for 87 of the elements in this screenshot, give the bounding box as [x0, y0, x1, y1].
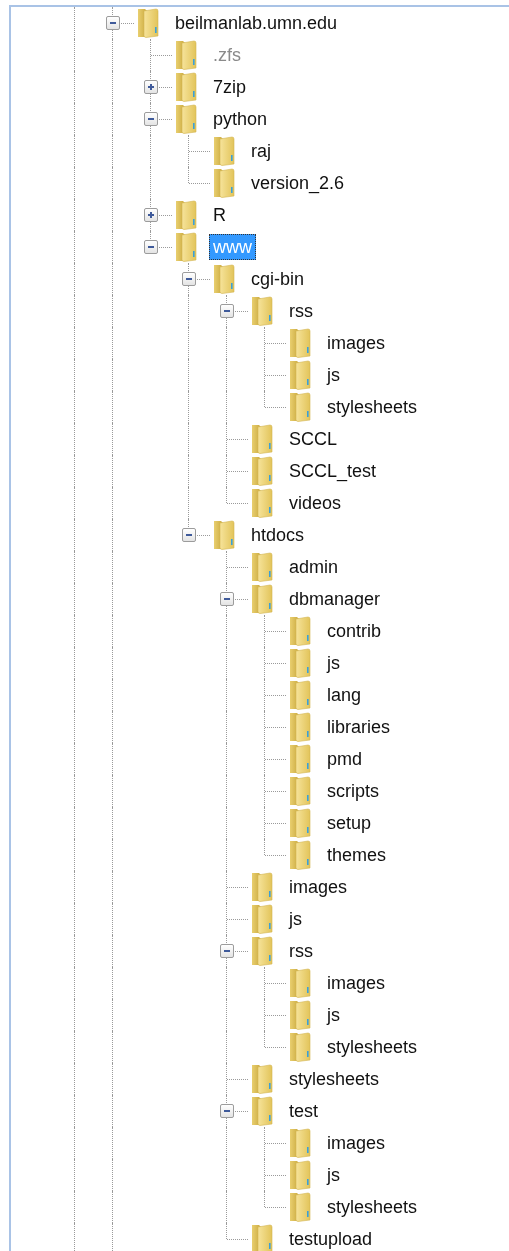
folder-label[interactable]: stylesheets [323, 1194, 422, 1220]
folder-icon [287, 680, 313, 710]
expand-button[interactable] [144, 208, 158, 222]
folder-label[interactable]: setup [323, 810, 376, 836]
collapse-button[interactable] [220, 944, 234, 958]
folder-label[interactable]: dbmanager [285, 586, 385, 612]
folder-label[interactable]: js [323, 1162, 344, 1188]
folder-label[interactable]: 7zip [209, 74, 251, 100]
collapse-button[interactable] [220, 1104, 234, 1118]
folder-label[interactable]: rss [285, 938, 317, 964]
folder-label[interactable]: SCCL_test [285, 458, 381, 484]
folder-icon [249, 904, 275, 934]
folder-label[interactable]: stylesheets [323, 394, 422, 420]
folder-label[interactable]: js [323, 362, 344, 388]
folder-icon [249, 872, 275, 902]
folder-icon [287, 616, 313, 646]
folder-icon [211, 136, 237, 166]
folder-icon [287, 1128, 313, 1158]
folder-label[interactable]: images [323, 970, 390, 996]
folder-icon [287, 392, 313, 422]
folder-label[interactable]: stylesheets [323, 1034, 422, 1060]
folder-label[interactable]: scripts [323, 778, 383, 804]
folder-icon [173, 40, 199, 70]
folder-icon [287, 712, 313, 742]
folder-icon [173, 200, 199, 230]
folder-label[interactable]: test [285, 1098, 322, 1124]
folder-icon [249, 424, 275, 454]
folder-icon [287, 1192, 313, 1222]
folder-label[interactable]: cgi-bin [247, 266, 309, 292]
collapse-button[interactable] [106, 16, 120, 30]
collapse-button[interactable] [220, 304, 234, 318]
folder-icon [249, 936, 275, 966]
folder-icon [173, 232, 199, 262]
folder-label[interactable]: images [323, 330, 390, 356]
folder-label[interactable]: stylesheets [285, 1066, 384, 1092]
folder-icon [249, 296, 275, 326]
folder-icon [287, 1160, 313, 1190]
folder-icon [249, 552, 275, 582]
folder-icon [249, 1096, 275, 1126]
folder-label[interactable]: videos [285, 490, 346, 516]
folder-label[interactable]: rss [285, 298, 317, 324]
folder-icon [287, 808, 313, 838]
folder-icon [287, 648, 313, 678]
folder-label[interactable]: python [209, 106, 272, 132]
collapse-button[interactable] [144, 112, 158, 126]
folder-icon [287, 744, 313, 774]
folder-label[interactable]: images [285, 874, 352, 900]
folder-icon [287, 360, 313, 390]
folder-icon [211, 520, 237, 550]
folder-label[interactable]: themes [323, 842, 391, 868]
folder-label[interactable]: version_2.6 [247, 170, 349, 196]
folder-icon [287, 776, 313, 806]
folder-label[interactable]: raj [247, 138, 275, 164]
collapse-button[interactable] [182, 272, 196, 286]
folder-label[interactable]: pmd [323, 746, 366, 772]
folder-icon [173, 104, 199, 134]
collapse-button[interactable] [182, 528, 196, 542]
folder-icon [249, 488, 275, 518]
folder-icon [173, 72, 199, 102]
folder-label[interactable]: R [209, 202, 230, 228]
folder-label[interactable]: testupload [285, 1226, 377, 1251]
folder-icon [287, 1032, 313, 1062]
folder-icon [249, 456, 275, 486]
collapse-button[interactable] [144, 240, 158, 254]
folder-icon [287, 1000, 313, 1030]
folder-icon [249, 1224, 275, 1251]
folder-label[interactable]: contrib [323, 618, 386, 644]
folder-icon [211, 264, 237, 294]
folder-label[interactable]: images [323, 1130, 390, 1156]
folder-icon [287, 840, 313, 870]
collapse-button[interactable] [220, 592, 234, 606]
folder-label[interactable]: lang [323, 682, 366, 708]
folder-label[interactable]: js [323, 650, 344, 676]
folder-icon [135, 8, 161, 38]
folder-icon [287, 968, 313, 998]
folder-label[interactable]: js [285, 906, 306, 932]
folder-label[interactable]: beilmanlab.umn.edu [171, 10, 342, 36]
folder-icon [249, 584, 275, 614]
folder-label[interactable]: admin [285, 554, 343, 580]
folder-icon [287, 328, 313, 358]
folder-label[interactable]: libraries [323, 714, 395, 740]
expand-button[interactable] [144, 80, 158, 94]
folder-icon [249, 1064, 275, 1094]
folder-label[interactable]: htdocs [247, 522, 309, 548]
folder-icon [211, 168, 237, 198]
folder-label[interactable]: SCCL [285, 426, 341, 452]
folder-label[interactable]: js [323, 1002, 344, 1028]
